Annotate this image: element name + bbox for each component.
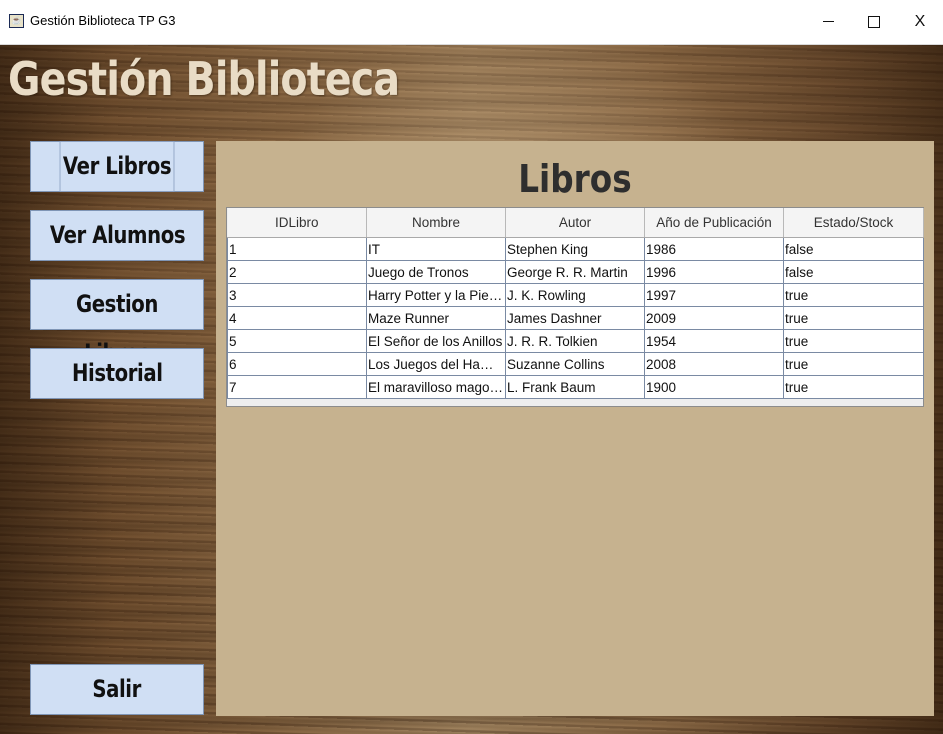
books-table-container[interactable]: IDLibro Nombre Autor Año de Publicación … <box>226 207 924 407</box>
table-cell[interactable]: 1996 <box>644 260 784 284</box>
table-row[interactable]: 3 Harry Potter y la Piedra ... J. K. Row… <box>227 283 924 307</box>
books-table[interactable]: IDLibro Nombre Autor Año de Publicación … <box>227 208 924 399</box>
table-row[interactable]: 1 IT Stephen King 1986 false <box>227 237 924 261</box>
maximize-icon <box>868 15 880 28</box>
table-cell[interactable]: George R. R. Martin <box>505 260 645 284</box>
table-cell[interactable]: 1954 <box>644 329 784 353</box>
table-cell[interactable]: false <box>783 260 924 284</box>
table-cell[interactable]: 1986 <box>644 237 784 261</box>
table-cell[interactable]: El maravilloso mago d... <box>366 375 506 399</box>
table-cell[interactable]: Juego de Tronos <box>366 260 506 284</box>
column-header-estado[interactable]: Estado/Stock <box>783 208 924 238</box>
table-cell[interactable]: 7 <box>227 375 367 399</box>
table-cell[interactable]: 6 <box>227 352 367 376</box>
table-cell[interactable]: true <box>783 283 924 307</box>
historial-button[interactable]: Historial <box>30 348 204 399</box>
historial-label: Historial <box>71 359 163 387</box>
app-header-title: Gestión Biblioteca <box>8 52 400 106</box>
table-cell[interactable]: J. R. R. Tolkien <box>505 329 645 353</box>
table-cell[interactable]: IT <box>366 237 506 261</box>
table-row[interactable]: 6 Los Juegos del Hambre Suzanne Collins … <box>227 352 924 376</box>
table-cell[interactable]: 2008 <box>644 352 784 376</box>
ver-libros-label: Ver Libros <box>59 141 175 192</box>
table-cell[interactable]: 2009 <box>644 306 784 330</box>
ver-alumnos-button[interactable]: Ver Alumnos <box>30 210 204 261</box>
table-cell[interactable]: L. Frank Baum <box>505 375 645 399</box>
table-row[interactable]: 2 Juego de Tronos George R. R. Martin 19… <box>227 260 924 284</box>
column-header-autor[interactable]: Autor <box>505 208 645 238</box>
java-app-icon: ☕ <box>9 14 24 28</box>
table-cell[interactable]: false <box>783 237 924 261</box>
table-cell[interactable]: 1900 <box>644 375 784 399</box>
table-cell[interactable]: 5 <box>227 329 367 353</box>
minimize-icon <box>822 21 834 23</box>
table-cell[interactable]: true <box>783 375 924 399</box>
books-panel: Libros IDLibro Nombre Autor Año de Publi… <box>216 141 934 716</box>
minimize-button[interactable] <box>805 0 851 44</box>
table-cell[interactable]: Maze Runner <box>366 306 506 330</box>
table-row[interactable]: 4 Maze Runner James Dashner 2009 true <box>227 306 924 330</box>
table-cell[interactable]: true <box>783 329 924 353</box>
table-cell[interactable]: Los Juegos del Hambre <box>366 352 506 376</box>
table-row[interactable]: 5 El Señor de los Anillos J. R. R. Tolki… <box>227 329 924 353</box>
ver-libros-button[interactable]: Ver Libros <box>30 141 204 192</box>
salir-label: Salir <box>92 675 142 703</box>
table-cell[interactable]: James Dashner <box>505 306 645 330</box>
window-title-bar: ☕ Gestión Biblioteca TP G3 X <box>0 0 943 45</box>
table-cell[interactable]: true <box>783 306 924 330</box>
table-cell[interactable]: 3 <box>227 283 367 307</box>
gestion-libros-button[interactable]: Gestion Libros <box>30 279 204 367</box>
table-cell[interactable]: 2 <box>227 260 367 284</box>
table-cell[interactable]: 1997 <box>644 283 784 307</box>
maximize-button[interactable] <box>851 0 897 44</box>
column-header-anio[interactable]: Año de Publicación <box>644 208 784 238</box>
column-header-idlibro[interactable]: IDLibro <box>227 208 367 238</box>
table-row[interactable]: 7 El maravilloso mago d... L. Frank Baum… <box>227 375 924 399</box>
table-cell[interactable]: Suzanne Collins <box>505 352 645 376</box>
salir-button[interactable]: Salir <box>30 664 204 715</box>
table-cell[interactable]: Stephen King <box>505 237 645 261</box>
column-header-nombre[interactable]: Nombre <box>366 208 506 238</box>
table-header-row: IDLibro Nombre Autor Año de Publicación … <box>227 208 924 238</box>
table-cell[interactable]: 4 <box>227 306 367 330</box>
panel-title: Libros <box>518 157 632 201</box>
table-cell[interactable]: true <box>783 352 924 376</box>
table-cell[interactable]: El Señor de los Anillos <box>366 329 506 353</box>
table-cell[interactable]: 1 <box>227 237 367 261</box>
close-icon: X <box>914 13 926 30</box>
close-button[interactable]: X <box>897 0 943 44</box>
window-title: Gestión Biblioteca TP G3 <box>30 13 176 28</box>
table-cell[interactable]: Harry Potter y la Piedra ... <box>366 283 506 307</box>
ver-alumnos-label: Ver Alumnos <box>49 221 185 249</box>
table-cell[interactable]: J. K. Rowling <box>505 283 645 307</box>
